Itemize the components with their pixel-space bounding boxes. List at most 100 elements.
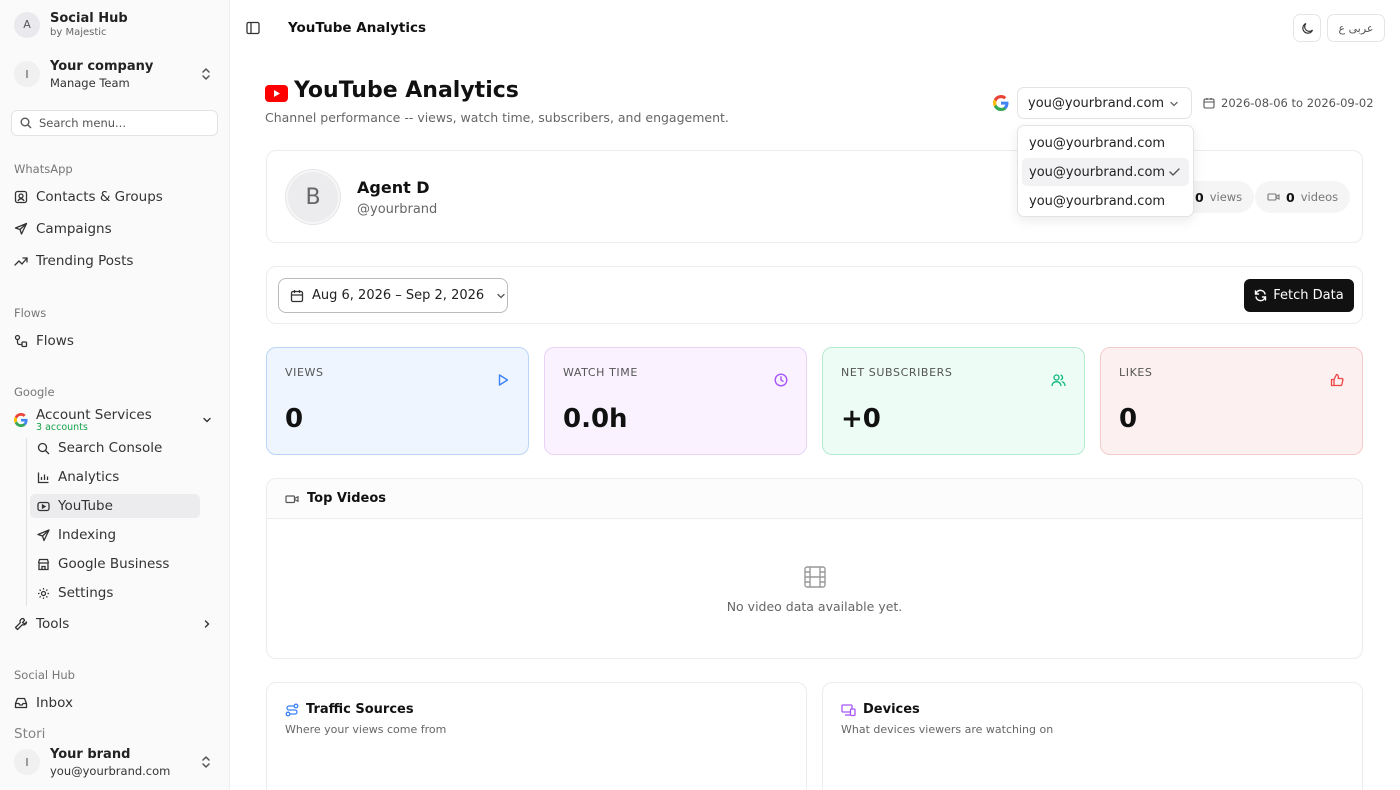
search-input[interactable] xyxy=(39,116,199,130)
stat-value: 0.0h xyxy=(563,404,628,434)
brand[interactable]: A Social Hub by Majestic xyxy=(14,11,128,38)
youtube-logo-icon xyxy=(265,85,288,102)
sidebar-item-label: YouTube xyxy=(58,498,113,514)
account-option-selected[interactable]: you@yourbrand.com xyxy=(1022,158,1189,186)
brand-sub: by Majestic xyxy=(50,27,107,38)
company-switcher[interactable]: I Your company Manage Team xyxy=(14,56,218,92)
sidebar-toggle-icon[interactable] xyxy=(246,21,260,35)
sidebar-item-label: Analytics xyxy=(58,469,120,485)
company-avatar: I xyxy=(14,61,40,87)
gear-icon xyxy=(38,587,49,599)
stat-value: 0 xyxy=(1119,404,1138,434)
stat-card-likes: LIKES 0 xyxy=(1100,347,1363,455)
account-count: 3 accounts xyxy=(36,422,88,433)
top-videos-card: Top Videos No video data available yet. xyxy=(266,478,1363,659)
sidebar-item-youtube[interactable]: YouTube xyxy=(30,494,200,518)
sidebar-item-label: Google Business xyxy=(58,556,170,572)
account-option[interactable]: you@yourbrand.com xyxy=(1022,129,1189,157)
header-date-range: 2026-08-06 to 2026-09-02 xyxy=(1203,96,1374,110)
devices-icon xyxy=(841,703,856,716)
sidebar-item-analytics[interactable]: Analytics xyxy=(30,465,200,489)
stat-label: VIEWS xyxy=(285,366,324,379)
theme-toggle-button[interactable] xyxy=(1293,14,1321,42)
calendar-icon xyxy=(1203,98,1215,109)
sidebar-item-label: Contacts & Groups xyxy=(36,189,163,205)
topbar-title: YouTube Analytics xyxy=(288,20,426,36)
fetch-data-button[interactable]: Fetch Data xyxy=(1244,279,1354,312)
sidebar-item-trending[interactable]: Trending Posts xyxy=(14,250,133,272)
user-email: you@yourbrand.com xyxy=(50,763,171,778)
google-icon xyxy=(14,413,28,427)
account-option[interactable]: you@yourbrand.com xyxy=(1022,187,1189,215)
user-menu[interactable]: I Your brand you@yourbrand.com xyxy=(14,744,218,780)
sidebar-item-label: Settings xyxy=(58,585,114,601)
language-button[interactable]: عربى ع xyxy=(1327,14,1385,42)
user-name: Your brand xyxy=(50,746,131,762)
videos-label: videos xyxy=(1300,190,1339,204)
sidebar-item-stories[interactable]: Stori xyxy=(14,726,45,738)
sidebar-item-search-console[interactable]: Search Console xyxy=(30,436,200,460)
sidebar-search[interactable] xyxy=(11,110,218,136)
stat-card-views: VIEWS 0 xyxy=(266,347,529,455)
devices-sub: What devices viewers are watching on xyxy=(841,723,1054,736)
sidebar-item-label: Flows xyxy=(36,333,74,349)
devices-card: Devices What devices viewers are watchin… xyxy=(822,682,1363,790)
chevron-down-icon xyxy=(203,417,211,423)
sidebar-item-label: Campaigns xyxy=(36,221,112,237)
section-google: Google xyxy=(14,385,55,399)
stat-card-subscribers: NET SUBSCRIBERS +0 xyxy=(822,347,1085,455)
sidebar-item-account-services[interactable]: Account Services 3 accounts xyxy=(14,407,218,433)
stat-label: WATCH TIME xyxy=(563,366,638,379)
account-select[interactable]: you@yourbrand.com xyxy=(1017,87,1192,119)
sidebar-item-google-business[interactable]: Google Business xyxy=(30,552,200,576)
company-sub: Manage Team xyxy=(50,75,130,90)
route-icon xyxy=(285,703,299,716)
wrench-icon xyxy=(14,617,28,631)
search-icon xyxy=(37,442,50,454)
stat-value: 0 xyxy=(285,404,304,434)
views-label: views xyxy=(1209,190,1243,204)
sidebar-item-contacts[interactable]: Contacts & Groups xyxy=(14,186,163,208)
chevron-right-icon xyxy=(204,620,210,628)
chevrons-up-down-icon xyxy=(202,756,210,768)
sidebar-item-tools[interactable]: Tools xyxy=(14,613,218,635)
sidebar-item-settings[interactable]: Settings xyxy=(30,581,200,605)
store-icon xyxy=(37,558,50,570)
account-dropdown: you@yourbrand.com you@yourbrand.com you@… xyxy=(1017,125,1194,217)
channel-avatar: B xyxy=(286,170,340,224)
traffic-sources-sub: Where your views come from xyxy=(285,723,447,736)
google-icon xyxy=(993,95,1009,111)
refresh-icon xyxy=(1255,289,1267,302)
devices-title: Devices xyxy=(863,702,920,717)
stat-label: NET SUBSCRIBERS xyxy=(841,366,953,379)
stat-label: LIKES xyxy=(1119,366,1153,379)
calendar-icon xyxy=(290,289,304,302)
top-videos-title: Top Videos xyxy=(307,491,386,506)
videos-pill: 0 videos xyxy=(1255,181,1351,213)
contact-book-icon xyxy=(14,190,28,204)
sidebar-item-campaigns[interactable]: Campaigns xyxy=(14,218,112,240)
sidebar-item-flows[interactable]: Flows xyxy=(14,330,74,352)
clock-icon xyxy=(774,373,788,387)
send-icon xyxy=(37,528,50,541)
workflow-icon xyxy=(14,334,28,348)
video-icon xyxy=(285,494,299,503)
film-icon xyxy=(804,566,826,588)
date-range-picker[interactable]: Aug 6, 2026 – Sep 2, 2026 xyxy=(278,278,508,313)
page-subtitle: Channel performance -- views, watch time… xyxy=(265,110,729,125)
videos-count: 0 xyxy=(1286,189,1295,205)
play-icon xyxy=(498,374,509,386)
sidebar-item-indexing[interactable]: Indexing xyxy=(30,523,200,547)
date-range-value: Aug 6, 2026 – Sep 2, 2026 xyxy=(312,288,485,303)
brand-name: Social Hub xyxy=(50,11,128,26)
check-icon xyxy=(1169,168,1180,176)
header-date-range-text: 2026-08-06 to 2026-09-02 xyxy=(1221,96,1374,110)
trending-up-icon xyxy=(14,257,28,266)
traffic-sources-header: Traffic Sources xyxy=(285,702,414,717)
channel-card: B Agent D @yourbrand 0 views 0 videos xyxy=(266,150,1363,243)
moon-icon xyxy=(1301,22,1313,34)
account-select-value: you@yourbrand.com xyxy=(1028,95,1165,111)
bar-chart-icon xyxy=(37,472,49,483)
views-count: 0 xyxy=(1195,189,1204,205)
sidebar-item-inbox[interactable]: Inbox xyxy=(14,692,73,714)
